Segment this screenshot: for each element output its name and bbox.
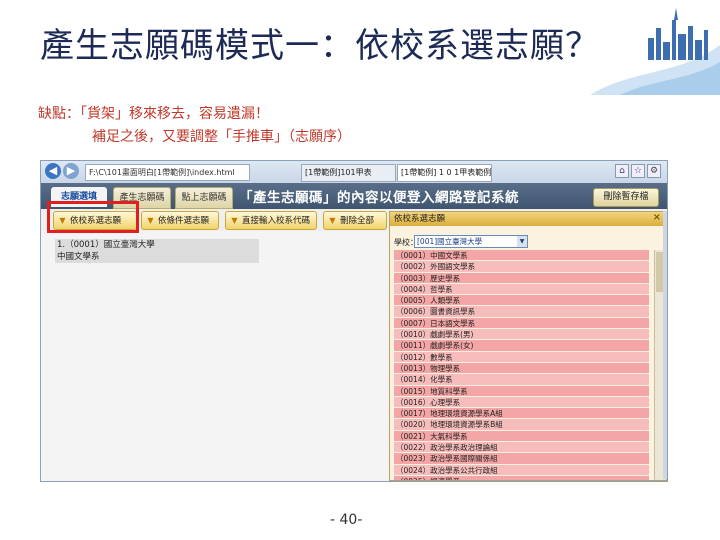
- department-list-item[interactable]: （0003）歷史學系: [394, 272, 649, 284]
- department-list-item[interactable]: （0023）政治學系國際關係組: [394, 453, 649, 465]
- department-list-item[interactable]: （0006）圖書資訊學系: [394, 306, 649, 318]
- select-by-condition-button[interactable]: ▼ 依條件選志願: [141, 211, 219, 230]
- forward-arrow-icon[interactable]: ▶: [63, 163, 79, 179]
- delete-all-button[interactable]: ▼ 刪除全部: [323, 211, 387, 230]
- department-list-item[interactable]: （0020）地理環境資源學系B組: [394, 419, 649, 431]
- department-list-item[interactable]: （0025）經濟學系: [394, 475, 649, 480]
- department-list-item[interactable]: （0004）哲學系: [394, 283, 649, 296]
- favorites-star-icon[interactable]: ☆: [631, 164, 645, 178]
- department-list-item[interactable]: （0014）化學系: [394, 374, 649, 386]
- department-list-item[interactable]: （0005）人類學系: [394, 295, 649, 307]
- list-item[interactable]: 中國文學系: [55, 251, 259, 263]
- settings-gear-icon[interactable]: ⚙: [647, 164, 661, 178]
- department-list-item[interactable]: （0012）數學系: [394, 351, 649, 363]
- department-list-item[interactable]: （0024）政治學系公共行政組: [394, 464, 649, 476]
- department-list: （0001）中國文學系 （0002）外國語文學系 （0003）歷史學系 （0004）哲…: [394, 250, 649, 480]
- chevron-down-icon[interactable]: ▼: [517, 236, 527, 247]
- slide-title: 產生志願碼模式一：依校系選志願？: [40, 26, 600, 66]
- back-arrow-icon[interactable]: ◀: [45, 163, 61, 179]
- supplement-note: 補足之後，又要調整「手推車」（志願序）: [92, 129, 351, 145]
- department-list-item[interactable]: （0016）心理學系: [394, 396, 649, 409]
- dialog-title: 依校系選志願: [390, 212, 666, 226]
- department-list-item[interactable]: （0017）地理環境資源學系A組: [394, 408, 649, 420]
- highlight-box: [47, 201, 139, 233]
- browser-tab-1[interactable]: [1帶範例]101甲表: [301, 164, 396, 182]
- app-banner: 「產生志願碼」的內容以便登入網路登記系統: [239, 190, 519, 206]
- department-list-item[interactable]: （0011）戲劇學系(女): [394, 340, 649, 352]
- department-list-item[interactable]: （0015）地質科學系: [394, 385, 649, 397]
- list-item[interactable]: 1.（0001）國立臺灣大學: [55, 239, 259, 251]
- school-select[interactable]: [001]國立臺灣大學 ▼: [414, 235, 528, 248]
- department-list-item[interactable]: （0007）日本語文學系: [394, 317, 649, 330]
- close-icon[interactable]: ×: [653, 212, 661, 223]
- department-dialog: 依校系選志願 × 學校： [001]國立臺灣大學 ▼ （0001）中國文學系 （0…: [389, 211, 667, 481]
- url-input[interactable]: F:\C\101畫面明白[1帶範例]\index.html: [85, 164, 250, 181]
- skyline-decoration-icon: [590, 8, 720, 95]
- browser-tab-2[interactable]: [1帶範例] 1 0 1甲表範例: [397, 164, 492, 182]
- home-icon[interactable]: ⌂: [615, 164, 629, 178]
- selected-volunteer-list: 1.（0001）國立臺灣大學 中國文學系: [55, 239, 259, 263]
- department-list-item[interactable]: （0022）政治學系政治理論組: [394, 442, 649, 454]
- address-bar-area: ◀ ▶ F:\C\101畫面明白[1帶範例]\index.html [1帶範例]…: [41, 161, 667, 183]
- browser-window: ◀ ▶ F:\C\101畫面明白[1帶範例]\index.html [1帶範例]…: [40, 160, 668, 482]
- department-list-item[interactable]: （0010）戲劇學系(男): [394, 329, 649, 341]
- window-controls: ⌂ ☆ ⚙: [613, 164, 661, 178]
- marker-icon: ▼: [231, 216, 238, 225]
- department-list-item[interactable]: （0001）中國文學系: [394, 250, 649, 262]
- tab-upload-code[interactable]: 點上志願碼: [175, 187, 233, 209]
- department-list-item[interactable]: （0013）物理學系: [394, 362, 649, 375]
- enter-code-button[interactable]: ▼ 直接輸入校系代碼: [225, 211, 317, 230]
- page-number: - 40-: [330, 512, 363, 528]
- clear-cache-button[interactable]: 刪除暫存檔: [593, 188, 659, 207]
- department-list-item[interactable]: （0002）外國語文學系: [394, 261, 649, 273]
- page-scrollbar[interactable]: [663, 211, 667, 479]
- drawback-note: 缺點：「貨架」移來移去，容易遺漏！: [38, 106, 269, 122]
- marker-icon: ▼: [329, 216, 336, 225]
- marker-icon: ▼: [147, 216, 154, 225]
- department-list-item[interactable]: （0021）大氣科學系: [394, 430, 649, 443]
